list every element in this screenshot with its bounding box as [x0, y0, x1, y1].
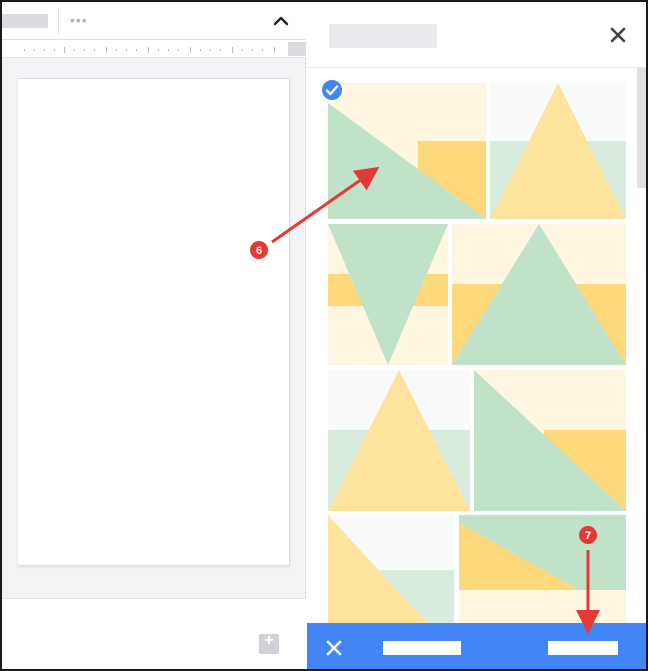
- close-icon[interactable]: [323, 637, 345, 659]
- image-tile[interactable]: [474, 370, 626, 511]
- ruler-margin: [288, 42, 306, 56]
- close-icon[interactable]: [605, 22, 631, 48]
- image-tile[interactable]: [328, 515, 454, 623]
- image-tile[interactable]: [459, 515, 626, 623]
- panel-header: [307, 2, 646, 68]
- toolbar-separator: [58, 8, 59, 34]
- chevron-up-icon[interactable]: [270, 10, 292, 32]
- selection-label: [383, 641, 461, 655]
- add-comment-icon[interactable]: [259, 632, 279, 654]
- image-tile[interactable]: [328, 370, 470, 511]
- window-frame: ••• + 6 7: [0, 0, 648, 671]
- insert-button[interactable]: [548, 641, 618, 655]
- ruler: [2, 40, 306, 58]
- editor-toolbar: •••: [2, 2, 306, 40]
- panel-title: [329, 24, 437, 48]
- image-tile[interactable]: [452, 224, 626, 365]
- image-tile[interactable]: [328, 224, 448, 365]
- image-tile[interactable]: [328, 83, 486, 219]
- toolbar-control[interactable]: [2, 14, 48, 28]
- scrollbar[interactable]: [637, 68, 646, 188]
- selected-check-icon[interactable]: [320, 78, 344, 102]
- document-page[interactable]: [18, 78, 290, 566]
- image-grid: [307, 68, 637, 623]
- action-bar: [307, 623, 646, 669]
- document-editor: •••: [2, 2, 306, 669]
- image-picker-panel: [307, 2, 646, 669]
- more-icon[interactable]: •••: [70, 12, 88, 28]
- image-tile[interactable]: [490, 83, 626, 219]
